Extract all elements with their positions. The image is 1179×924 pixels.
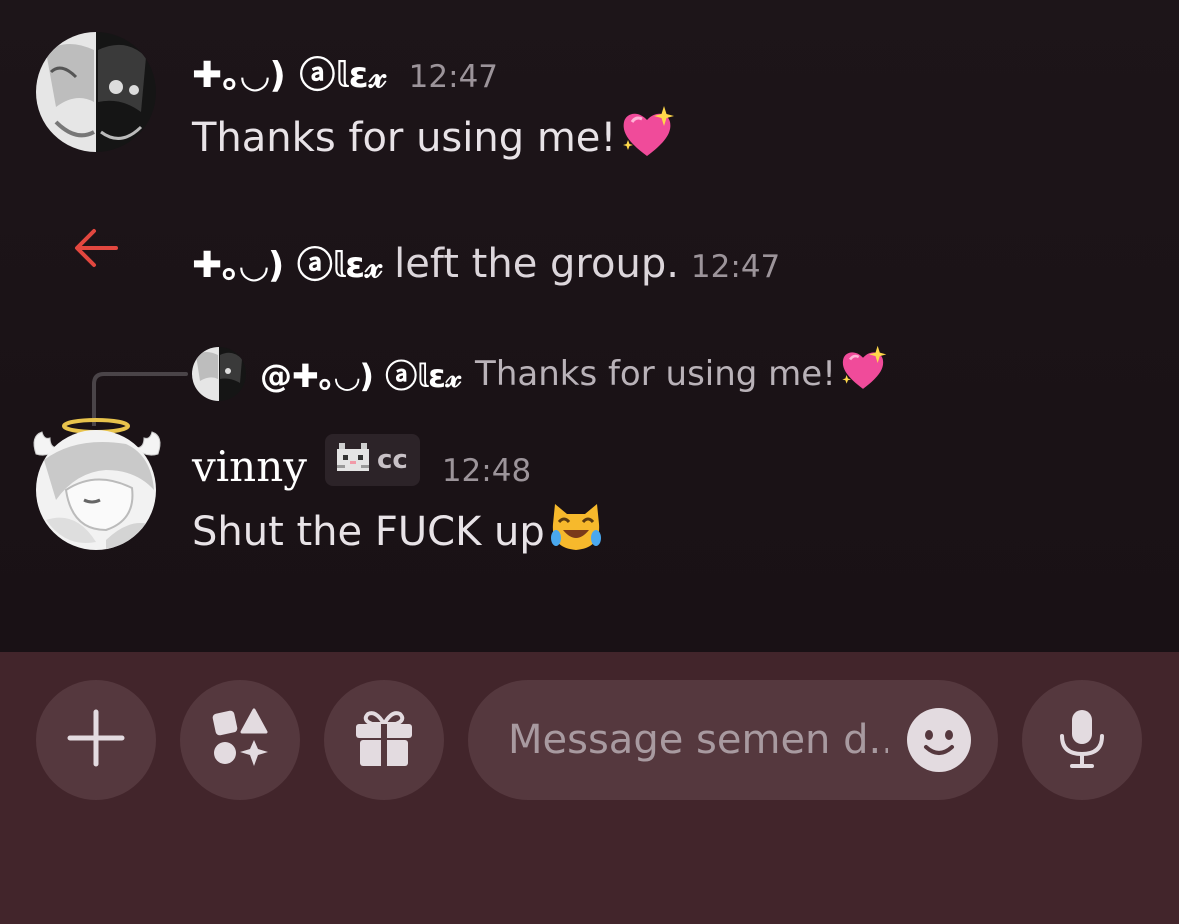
message-header: vinny cc 12:48 bbox=[192, 434, 532, 492]
timestamp: 12:48 bbox=[441, 453, 532, 489]
message-content: Shut the FUCK up bbox=[192, 500, 605, 564]
reply-content: Thanks for using me! bbox=[475, 344, 888, 403]
apps-button[interactable] bbox=[180, 680, 300, 800]
reply-username[interactable]: @✚｡◡) ⓐ𝕝ε𝓍 bbox=[260, 351, 461, 397]
reply-preview[interactable]: @✚｡◡) ⓐ𝕝ε𝓍 Thanks for using me! bbox=[192, 344, 888, 403]
system-message: ✚｡◡) ⓐ𝕝ε𝓍 left the group. 12:47 bbox=[192, 236, 780, 288]
voice-button[interactable] bbox=[1022, 680, 1142, 800]
emoji-icon[interactable] bbox=[906, 707, 972, 773]
message-input[interactable] bbox=[508, 717, 888, 763]
avatar-vinny[interactable] bbox=[36, 430, 156, 550]
system-text: left the group. bbox=[394, 241, 679, 287]
avatar-alex[interactable] bbox=[36, 32, 156, 152]
cat-icon bbox=[335, 441, 371, 479]
mic-icon bbox=[1050, 706, 1114, 774]
plus-icon bbox=[64, 706, 128, 774]
cat-tears-of-joy-icon bbox=[547, 500, 605, 564]
reply-avatar bbox=[192, 346, 246, 401]
apps-icon bbox=[208, 706, 272, 774]
tag-label: cc bbox=[377, 445, 408, 475]
message-text: Shut the FUCK up bbox=[192, 509, 545, 555]
system-username[interactable]: ✚｡◡) ⓐ𝕝ε𝓍 bbox=[192, 236, 382, 288]
reply-text: Thanks for using me! bbox=[475, 353, 836, 394]
username[interactable]: ✚｡◡) ⓐ𝕝ε𝓍 bbox=[192, 46, 387, 98]
system-timestamp: 12:47 bbox=[690, 249, 781, 285]
message-input-box[interactable] bbox=[468, 680, 998, 800]
sparkling-heart-icon bbox=[618, 104, 676, 172]
message-content: Thanks for using me! bbox=[192, 104, 676, 172]
timestamp: 12:47 bbox=[408, 59, 499, 95]
gift-button[interactable] bbox=[324, 680, 444, 800]
message-list: ✚｡◡) ⓐ𝕝ε𝓍 12:47 Thanks for using me! ✚｡◡… bbox=[0, 0, 1179, 652]
username[interactable]: vinny bbox=[192, 442, 307, 491]
gift-icon bbox=[352, 706, 416, 774]
sparkling-heart-icon bbox=[838, 344, 888, 403]
message-header: ✚｡◡) ⓐ𝕝ε𝓍 12:47 bbox=[192, 46, 498, 98]
message-text: Thanks for using me! bbox=[192, 115, 617, 161]
server-tag[interactable]: cc bbox=[325, 434, 420, 486]
arrow-left-icon bbox=[72, 226, 120, 274]
attach-button[interactable] bbox=[36, 680, 156, 800]
